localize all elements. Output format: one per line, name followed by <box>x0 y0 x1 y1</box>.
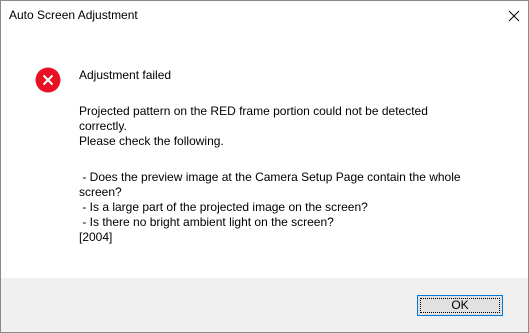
button-bar: OK <box>1 278 528 332</box>
message-line: Projected pattern on the RED frame porti… <box>79 104 428 118</box>
message-line: - Is there no bright ambient light on th… <box>79 215 334 229</box>
close-button[interactable] <box>500 1 528 31</box>
message-heading: Adjustment failed <box>79 68 172 82</box>
window-title: Auto Screen Adjustment <box>9 8 138 22</box>
message-line: screen? <box>79 185 122 199</box>
error-code: [2004] <box>79 230 113 244</box>
ok-button[interactable]: OK <box>417 295 503 316</box>
message-line: Please check the following. <box>79 134 224 148</box>
ok-button-label: OK <box>451 298 469 312</box>
message-line: - Does the preview image at the Camera S… <box>79 170 461 184</box>
dialog-content: Adjustment failed Projected pattern on t… <box>1 31 528 278</box>
error-icon <box>35 67 61 93</box>
message-line: correctly. <box>79 119 127 133</box>
close-icon <box>508 10 520 22</box>
title-bar[interactable]: Auto Screen Adjustment <box>1 1 528 31</box>
message-dialog: Auto Screen Adjustment Adjustment failed… <box>0 0 529 333</box>
message-line: - Is a large part of the projected image… <box>79 200 368 214</box>
